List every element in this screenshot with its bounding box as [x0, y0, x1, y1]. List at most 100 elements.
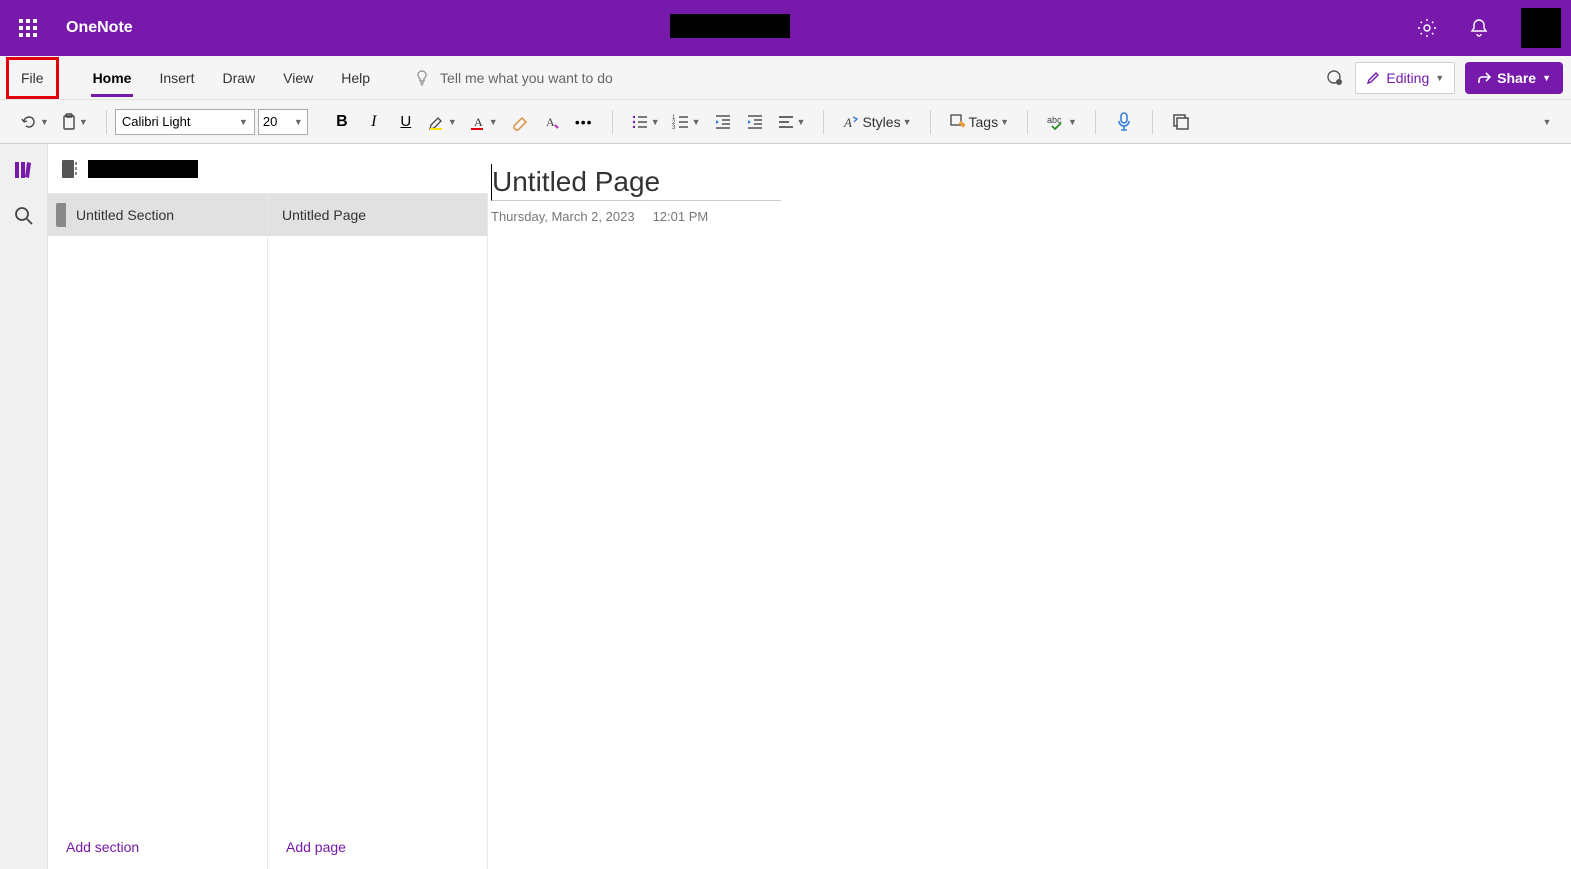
notebooks-icon — [13, 159, 35, 181]
page-item[interactable]: Untitled Page — [268, 194, 487, 236]
bullets-button[interactable]: ▼ — [627, 106, 664, 138]
chevron-down-icon: ▼ — [239, 117, 248, 127]
share-icon — [1477, 71, 1491, 85]
dictate-button[interactable] — [1110, 106, 1138, 138]
styles-button[interactable]: A Styles ▼ — [838, 106, 915, 138]
share-button[interactable]: Share ▼ — [1465, 62, 1563, 94]
chevron-down-icon: ▼ — [1000, 117, 1009, 127]
tell-me-search[interactable]: Tell me what you want to do — [414, 70, 613, 86]
add-section-button[interactable]: Add section — [48, 825, 267, 869]
italic-button[interactable]: I — [360, 106, 388, 138]
chevron-down-icon: ▼ — [1068, 117, 1077, 127]
chevron-down-icon: ▼ — [1435, 73, 1444, 83]
app-name[interactable]: OneNote — [66, 19, 133, 37]
styles-icon: A — [842, 113, 860, 131]
eraser-icon — [511, 113, 529, 131]
svg-text:A: A — [843, 115, 852, 130]
more-formatting-button[interactable]: ••• — [570, 106, 598, 138]
spellcheck-icon: abc — [1046, 113, 1066, 131]
bullets-icon — [631, 114, 649, 130]
align-button[interactable]: ▼ — [773, 106, 810, 138]
notebooks-button[interactable] — [8, 154, 40, 186]
tab-view[interactable]: View — [269, 57, 327, 99]
app-launcher-button[interactable] — [10, 10, 46, 46]
tab-help[interactable]: Help — [327, 57, 384, 99]
tag-icon — [949, 113, 967, 131]
notebook-name-redacted — [88, 160, 198, 178]
chevron-down-icon: ▼ — [40, 117, 49, 127]
sync-icon — [1325, 68, 1345, 88]
notebook-icon — [60, 159, 78, 179]
format-painter-button[interactable]: A — [538, 106, 566, 138]
feed-button[interactable] — [1167, 106, 1195, 138]
chevron-down-icon: ▼ — [448, 117, 457, 127]
paste-button[interactable]: ▼ — [57, 106, 92, 138]
user-avatar-redacted[interactable] — [1521, 8, 1561, 48]
gear-icon — [1417, 18, 1437, 38]
tab-file[interactable]: File — [6, 57, 59, 99]
add-page-button[interactable]: Add page — [268, 825, 487, 869]
menu-bar: File Home Insert Draw View Help Tell me … — [0, 56, 1571, 100]
title-bar: OneNote — [0, 0, 1571, 56]
outdent-icon — [714, 114, 732, 130]
highlight-button[interactable]: ▼ — [424, 106, 461, 138]
microphone-icon — [1116, 112, 1132, 132]
section-color-tab — [56, 203, 66, 227]
app-body: Untitled Section Add section Untitled Pa… — [0, 144, 1571, 869]
sections-column: Untitled Section Add section — [48, 194, 268, 869]
format-painter-icon: A — [543, 113, 561, 131]
bold-icon: B — [336, 113, 348, 131]
bold-button[interactable]: B — [328, 106, 356, 138]
underline-button[interactable]: U — [392, 106, 420, 138]
document-title-redacted[interactable] — [670, 14, 790, 38]
search-button[interactable] — [8, 200, 40, 232]
pages-column: Untitled Page Add page — [268, 194, 488, 869]
page-time: 12:01 PM — [653, 209, 709, 224]
section-item[interactable]: Untitled Section — [48, 194, 267, 236]
page-canvas[interactable]: Thursday, March 2, 2023 12:01 PM — [489, 144, 1571, 869]
feed-icon — [1172, 113, 1190, 131]
svg-text:3: 3 — [672, 125, 676, 130]
underline-icon: U — [400, 113, 411, 130]
font-name-selector[interactable]: Calibri Light ▼ — [115, 109, 255, 135]
indent-button[interactable] — [741, 106, 769, 138]
chevron-down-icon: ▼ — [797, 117, 806, 127]
editing-mode-button[interactable]: Editing ▼ — [1355, 62, 1455, 94]
tab-insert[interactable]: Insert — [145, 57, 208, 99]
page-title-input[interactable] — [491, 164, 781, 201]
settings-button[interactable] — [1411, 12, 1443, 44]
numbering-button[interactable]: 123 ▼ — [668, 106, 705, 138]
tags-button[interactable]: Tags ▼ — [945, 106, 1014, 138]
tell-me-placeholder: Tell me what you want to do — [440, 70, 613, 86]
ribbon-expand-button[interactable]: ▼ — [1533, 106, 1561, 138]
chevron-down-icon: ▼ — [651, 117, 660, 127]
svg-text:A: A — [474, 115, 483, 129]
clear-formatting-button[interactable] — [506, 106, 534, 138]
pencil-icon — [1366, 71, 1380, 85]
spellcheck-button[interactable]: abc ▼ — [1042, 106, 1081, 138]
navigation-pane: Untitled Section Add section Untitled Pa… — [48, 144, 489, 869]
tab-home[interactable]: Home — [79, 57, 146, 99]
notifications-button[interactable] — [1463, 12, 1495, 44]
notebook-header[interactable] — [48, 144, 489, 194]
font-color-icon: A — [469, 113, 487, 131]
ellipsis-icon: ••• — [575, 114, 593, 130]
page-date: Thursday, March 2, 2023 — [491, 209, 635, 224]
chevron-down-icon: ▼ — [294, 117, 303, 127]
font-color-button[interactable]: A ▼ — [465, 106, 502, 138]
chevron-down-icon: ▼ — [1542, 73, 1551, 83]
chevron-down-icon: ▼ — [1543, 117, 1552, 127]
italic-icon: I — [371, 113, 376, 131]
clipboard-icon — [61, 113, 77, 131]
undo-button[interactable]: ▼ — [16, 106, 53, 138]
chevron-down-icon: ▼ — [692, 117, 701, 127]
highlighter-icon — [428, 113, 446, 131]
align-icon — [777, 114, 795, 130]
chevron-down-icon: ▼ — [79, 117, 88, 127]
left-rail — [0, 144, 48, 869]
outdent-button[interactable] — [709, 106, 737, 138]
tab-draw[interactable]: Draw — [208, 57, 269, 99]
catchup-button[interactable] — [1325, 68, 1345, 88]
font-size-selector[interactable]: 20 ▼ — [258, 109, 308, 135]
numbering-icon: 123 — [672, 114, 690, 130]
